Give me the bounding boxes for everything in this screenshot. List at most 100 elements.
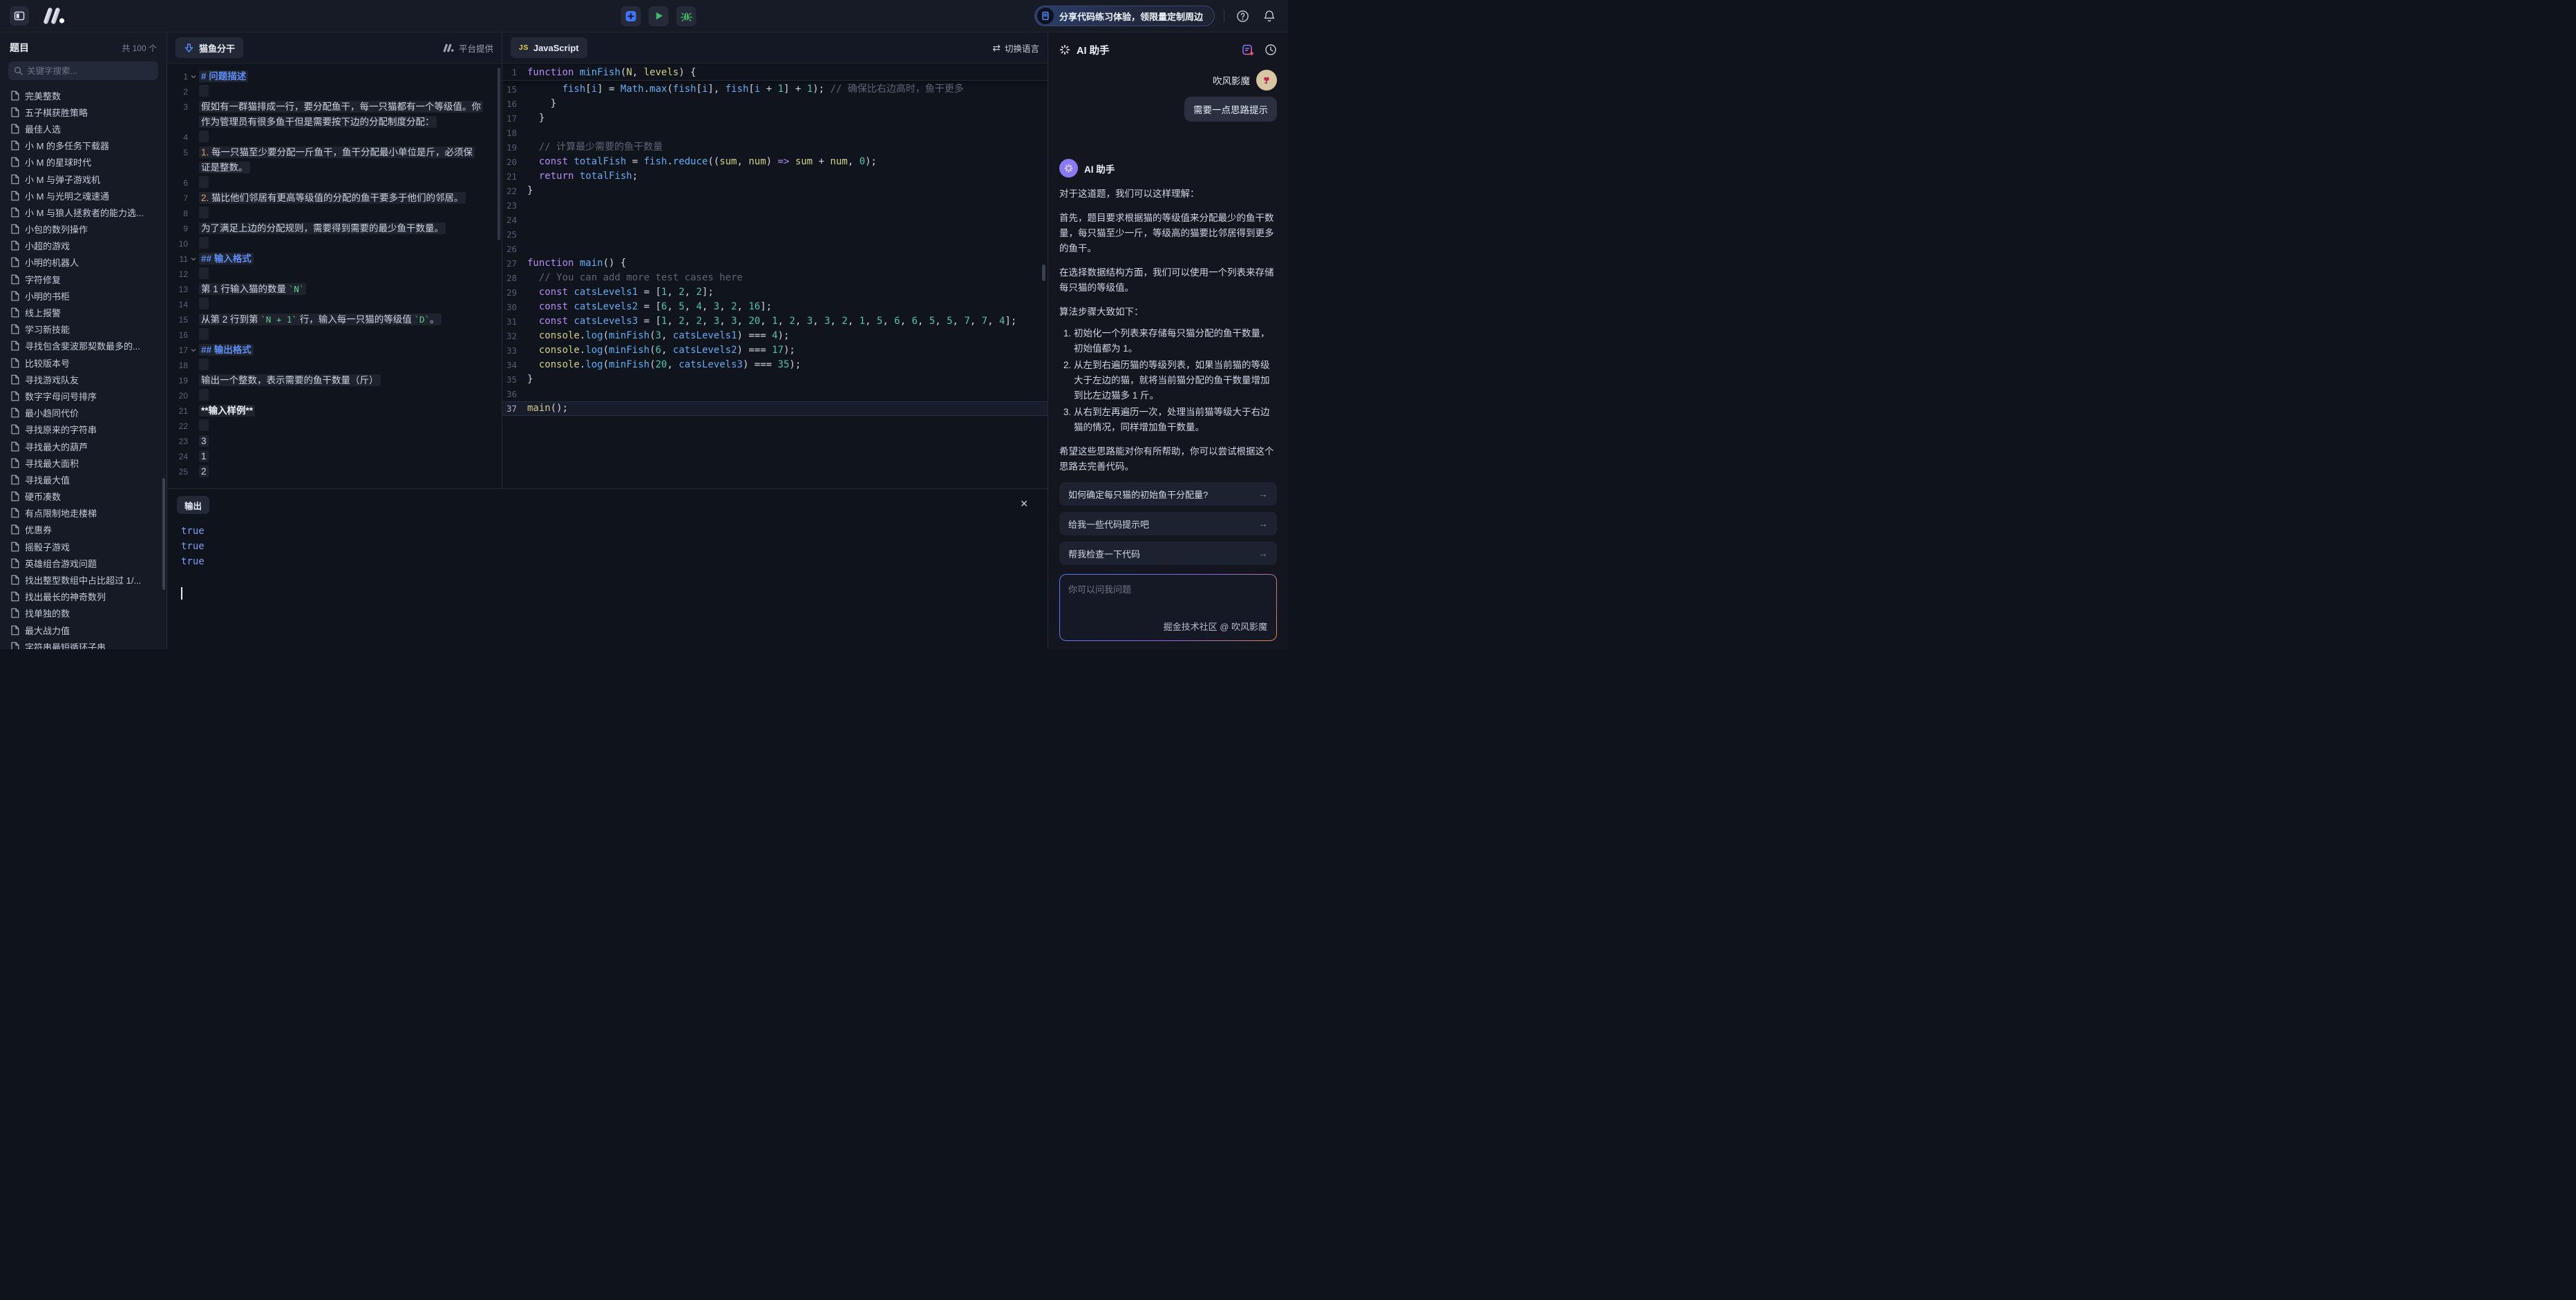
markdown-line[interactable]: 17## 输出格式 bbox=[167, 343, 502, 358]
sidebar-item[interactable]: 线上报警 bbox=[8, 304, 158, 321]
fold-chevron[interactable] bbox=[188, 69, 199, 84]
sidebar-item[interactable]: 硬币凑数 bbox=[8, 488, 158, 505]
markdown-line[interactable]: 252 bbox=[167, 464, 502, 479]
description-scrollbar[interactable] bbox=[498, 68, 500, 240]
sidebar-item[interactable]: 完美整数 bbox=[8, 87, 158, 104]
add-button[interactable] bbox=[621, 6, 641, 26]
sidebar-item[interactable]: 最佳人选 bbox=[8, 120, 158, 137]
help-button[interactable] bbox=[1233, 7, 1251, 25]
sidebar-item[interactable]: 比较版本号 bbox=[8, 354, 158, 371]
markdown-line[interactable]: 13第 1 行输入猫的数量 `N` bbox=[167, 282, 502, 297]
code-line[interactable]: 24 bbox=[502, 213, 1048, 227]
chat-input-box[interactable]: 掘金技术社区 @ 吹风影魔 bbox=[1059, 574, 1277, 641]
suggested-question-chip[interactable]: 如何确定每只猫的初始鱼干分配量?→ bbox=[1059, 482, 1277, 506]
notifications-button[interactable] bbox=[1260, 7, 1278, 25]
search-input[interactable] bbox=[27, 66, 153, 76]
sidebar-item[interactable]: 小 M 与狼人拯救者的能力选... bbox=[8, 204, 158, 220]
code-line[interactable]: 20 const totalFish = fish.reduce((sum, n… bbox=[502, 155, 1048, 169]
markdown-line[interactable]: 18 bbox=[167, 358, 502, 373]
chevron-down-icon[interactable] bbox=[190, 347, 197, 354]
markdown-line[interactable]: 19输出一个整数，表示需要的鱼干数量（斤） bbox=[167, 373, 502, 388]
code-line[interactable]: 35} bbox=[502, 372, 1048, 387]
sidebar-item[interactable]: 找出最长的神奇数列 bbox=[8, 589, 158, 605]
markdown-line[interactable]: 11## 输入格式 bbox=[167, 251, 502, 267]
sidebar-item[interactable]: 五子棋获胜策略 bbox=[8, 104, 158, 120]
code-line[interactable]: 34 console.log(minFish(20, catsLevels3) … bbox=[502, 358, 1048, 372]
run-button[interactable] bbox=[649, 6, 669, 26]
code-line[interactable]: 18 bbox=[502, 126, 1048, 140]
sidebar-item[interactable]: 小 M 的星球时代 bbox=[8, 154, 158, 171]
sidebar-item[interactable]: 最大战力值 bbox=[8, 622, 158, 638]
chat-input[interactable] bbox=[1060, 575, 1276, 615]
chevron-down-icon[interactable] bbox=[190, 73, 197, 80]
markdown-line[interactable]: 72. 猫比他们邻居有更高等级值的分配的鱼干要多于他们的邻居。 bbox=[167, 191, 502, 206]
close-icon[interactable]: ✕ bbox=[1020, 498, 1028, 510]
markdown-line[interactable]: 2 bbox=[167, 84, 502, 99]
markdown-line[interactable]: 9为了满足上边的分配规则，需要得到需要的最少鱼干数量。 bbox=[167, 221, 502, 236]
code-editor-body[interactable]: 1function minFish(N, levels) {15 fish[i]… bbox=[502, 64, 1048, 488]
sidebar-item[interactable]: 小明的机器人 bbox=[8, 254, 158, 271]
code-line[interactable]: 29 const catsLevels1 = [1, 2, 2]; bbox=[502, 285, 1048, 300]
markdown-line[interactable]: 4 bbox=[167, 130, 502, 145]
tab-problem[interactable]: 猫鱼分干 bbox=[176, 37, 243, 58]
code-line[interactable]: 30 const catsLevels2 = [6, 5, 4, 3, 2, 1… bbox=[502, 300, 1048, 314]
sidebar-item[interactable]: 英雄组合游戏问题 bbox=[8, 555, 158, 571]
markdown-line[interactable]: 6 bbox=[167, 175, 502, 191]
sidebar-item[interactable]: 小 M 与弹子游戏机 bbox=[8, 171, 158, 187]
code-line[interactable]: 22} bbox=[502, 184, 1048, 198]
sidebar-item[interactable]: 字符串最短循环子串 bbox=[8, 638, 158, 649]
code-line[interactable]: 17 } bbox=[502, 111, 1048, 126]
sidebar-item[interactable]: 小 M 的多任务下载器 bbox=[8, 137, 158, 154]
code-line[interactable]: 16 } bbox=[502, 97, 1048, 111]
chevron-down-icon[interactable] bbox=[190, 256, 197, 262]
code-line[interactable]: 27function main() { bbox=[502, 256, 1048, 271]
sidebar-item[interactable]: 找单独的数 bbox=[8, 605, 158, 622]
sidebar-scrollbar[interactable] bbox=[162, 478, 165, 590]
suggested-question-chip[interactable]: 帮我检查一下代码→ bbox=[1059, 542, 1277, 565]
markdown-line[interactable]: 8 bbox=[167, 206, 502, 221]
sidebar-item[interactable]: 小包的数列操作 bbox=[8, 221, 158, 238]
code-scrollbar[interactable] bbox=[1042, 265, 1045, 281]
fold-chevron[interactable] bbox=[188, 343, 199, 358]
markdown-line[interactable]: 15从第 2 行到第 `N + 1` 行，输入每一只猫的等级值 `D`。 bbox=[167, 312, 502, 327]
markdown-line[interactable]: 20 bbox=[167, 388, 502, 403]
code-line[interactable]: 25 bbox=[502, 227, 1048, 242]
markdown-line[interactable]: 16 bbox=[167, 327, 502, 343]
markdown-line[interactable]: 14 bbox=[167, 297, 502, 312]
sidebar-item[interactable]: 找出整型数组中占比超过 1/... bbox=[8, 571, 158, 588]
tab-output[interactable]: 输出 bbox=[177, 496, 209, 514]
new-chat-button[interactable] bbox=[1242, 44, 1255, 57]
code-line[interactable]: 23 bbox=[502, 198, 1048, 213]
sidebar-item[interactable]: 优惠券 bbox=[8, 522, 158, 538]
sidebar-item[interactable]: 寻找最大的葫芦 bbox=[8, 438, 158, 455]
code-line[interactable]: 1function minFish(N, levels) { bbox=[502, 65, 1048, 81]
code-line[interactable]: 36 bbox=[502, 387, 1048, 401]
markdown-line[interactable]: 22 bbox=[167, 419, 502, 434]
sidebar-item[interactable]: 有点限制地走楼梯 bbox=[8, 505, 158, 522]
sidebar-item[interactable]: 小超的游戏 bbox=[8, 238, 158, 254]
promo-banner[interactable]: 分享代码练习体验，领限量定制周边 bbox=[1034, 6, 1215, 26]
sidebar-item[interactable]: 数字字母问号排序 bbox=[8, 388, 158, 404]
code-line[interactable]: 37main(); bbox=[502, 401, 1048, 416]
code-line[interactable]: 31 const catsLevels3 = [1, 2, 2, 3, 3, 2… bbox=[502, 314, 1048, 329]
code-line[interactable]: 15 fish[i] = Math.max(fish[i], fish[i + … bbox=[502, 82, 1048, 97]
markdown-line[interactable]: 1# 问题描述 bbox=[167, 69, 502, 84]
markdown-line[interactable]: 241 bbox=[167, 449, 502, 464]
code-line[interactable]: 26 bbox=[502, 242, 1048, 256]
search-box[interactable] bbox=[8, 61, 158, 80]
sidebar-toggle-button[interactable] bbox=[10, 6, 29, 26]
switch-language-button[interactable]: ⇄ 切换语言 bbox=[992, 41, 1039, 55]
code-line[interactable]: 32 console.log(minFish(3, catsLevels1) =… bbox=[502, 329, 1048, 343]
markdown-line[interactable]: 233 bbox=[167, 434, 502, 449]
code-line[interactable]: 33 console.log(minFish(6, catsLevels2) =… bbox=[502, 343, 1048, 358]
code-line[interactable]: 21 return totalFish; bbox=[502, 169, 1048, 184]
markdown-line[interactable]: 51. 每一只猫至少要分配一斤鱼干，鱼干分配最小单位是斤，必须保证是整数。 bbox=[167, 145, 502, 175]
description-body[interactable]: 1# 问题描述23假如有一群猫排成一行，要分配鱼干，每一只猫都有一个等级值。你作… bbox=[167, 64, 502, 488]
sidebar-item[interactable]: 小明的书柜 bbox=[8, 287, 158, 304]
sidebar-item[interactable]: 最小趋同代价 bbox=[8, 405, 158, 421]
sidebar-item[interactable]: 学习新技能 bbox=[8, 321, 158, 338]
markdown-line[interactable]: 10 bbox=[167, 236, 502, 251]
fold-chevron[interactable] bbox=[188, 251, 199, 267]
suggested-question-chip[interactable]: 给我一些代码提示吧→ bbox=[1059, 512, 1277, 535]
tab-language[interactable]: JS JavaScript bbox=[511, 37, 587, 58]
